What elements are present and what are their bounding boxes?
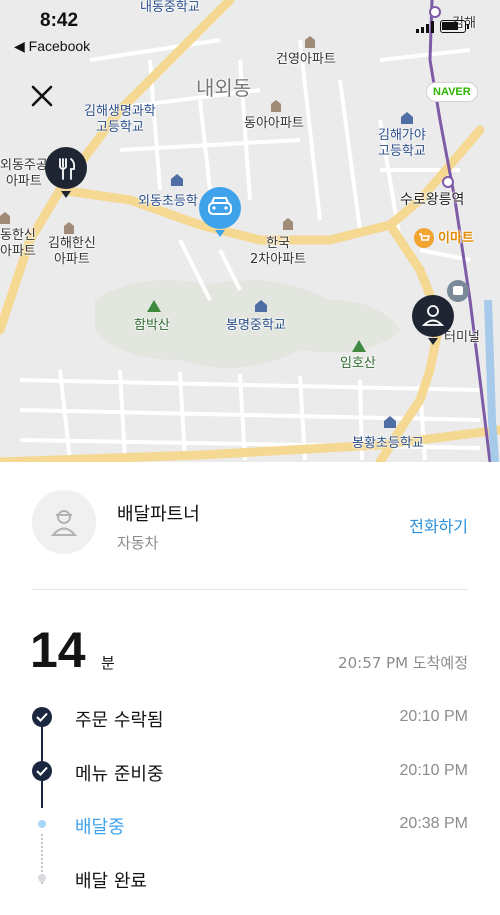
map-label-gimhae-gaya: 김해가야 고등학교 (378, 128, 426, 159)
shopping-cart-icon (414, 228, 434, 248)
map-label-naeoedong: 내외동 (196, 76, 252, 100)
apartment-icon (64, 222, 74, 234)
restaurant-pin-icon[interactable] (44, 146, 88, 198)
status-time: 8:42 (40, 10, 79, 31)
timeline-step-delivering: 배달중 20:38 PM (0, 805, 500, 845)
map-label-imhosan: 임호산 (340, 356, 376, 371)
mountain-icon (147, 300, 161, 312)
check-icon (32, 761, 52, 781)
map-label-oedong-elem: 외동초등학 (138, 194, 198, 209)
delivery-status-sheet: 배달파트너 자동차 전화하기 14 분 20:57 PM 도착예정 주문 수락됨… (0, 462, 500, 915)
naver-map-badge: NAVER (426, 82, 478, 102)
map-label-hambaksan: 함박산 (134, 318, 170, 333)
step-time: 20:10 PM (399, 708, 468, 725)
apartment-icon (283, 218, 293, 230)
close-icon[interactable] (26, 80, 58, 112)
mountain-icon (352, 340, 366, 352)
map-label-bonghwang: 봉황초등학교 (352, 436, 424, 451)
step-label: 배달 완료 (75, 871, 147, 892)
step-label: 메뉴 준비중 (75, 764, 164, 785)
school-icon (384, 416, 396, 428)
delivery-partner-row: 배달파트너 자동차 전화하기 (0, 490, 500, 562)
map-label-dong-a: 동아아파트 (244, 116, 304, 131)
eta-arrival-time: 20:57 PM 도착예정 (338, 654, 468, 672)
courier-car-pin-icon[interactable] (198, 186, 242, 238)
map-label-suro-station: 수로왕릉역 (400, 192, 465, 208)
delivery-tracking-screen: 내동중학교 김해 건영아파트 내외동 김해생명과학 고등학교 동아아파트 김해가… (0, 0, 500, 915)
map-label-hanshin-1: 동한신 아파트 (0, 228, 36, 259)
timeline-step-accepted: 주문 수락됨 20:10 PM (0, 698, 500, 738)
apartment-icon (0, 212, 10, 224)
status-icons (416, 20, 469, 33)
school-icon (255, 300, 267, 312)
school-icon (171, 174, 183, 186)
timeline-step-completed: 배달 완료 (0, 859, 500, 899)
map-label-emart: 이마트 (438, 231, 474, 246)
step-label: 주문 수락됨 (75, 710, 164, 731)
avatar (32, 490, 96, 554)
delivery-map[interactable]: 내동중학교 김해 건영아파트 내외동 김해생명과학 고등학교 동아아파트 김해가… (0, 0, 500, 462)
battery-icon (440, 20, 469, 33)
step-time: 20:38 PM (399, 815, 468, 832)
apartment-icon (271, 100, 281, 112)
map-label-bongmyeong: 봉명중학교 (226, 318, 286, 333)
divider (32, 589, 468, 590)
signal-icon (416, 20, 434, 33)
status-bar: 8:42 ◀ Facebook (0, 0, 500, 60)
map-label-oedong-apt: 외동주공 아파트 (0, 158, 48, 189)
timeline-step-preparing: 메뉴 준비중 20:10 PM (0, 752, 500, 792)
school-icon (401, 112, 413, 124)
call-partner-button[interactable]: 전화하기 (409, 513, 468, 537)
partner-name: 배달파트너 (117, 504, 200, 525)
step-time: 20:10 PM (399, 762, 468, 779)
check-icon (32, 707, 52, 727)
partner-vehicle: 자동차 (117, 534, 159, 552)
eta-unit: 분 (101, 654, 115, 672)
eta-minutes: 14 (30, 622, 86, 678)
map-label-gimhae-hs: 김해생명과학 고등학교 (84, 104, 156, 135)
step-label: 배달중 (75, 817, 125, 838)
customer-pin-icon[interactable] (411, 294, 455, 346)
map-label-hanguk2: 한국 2차아파트 (250, 236, 307, 267)
back-to-facebook-link[interactable]: ◀ Facebook (14, 38, 90, 55)
map-label-hanshin-2: 김해한신 아파트 (48, 236, 96, 267)
pending-step-dot (38, 874, 46, 882)
person-icon (50, 510, 78, 536)
current-step-dot (38, 820, 46, 828)
